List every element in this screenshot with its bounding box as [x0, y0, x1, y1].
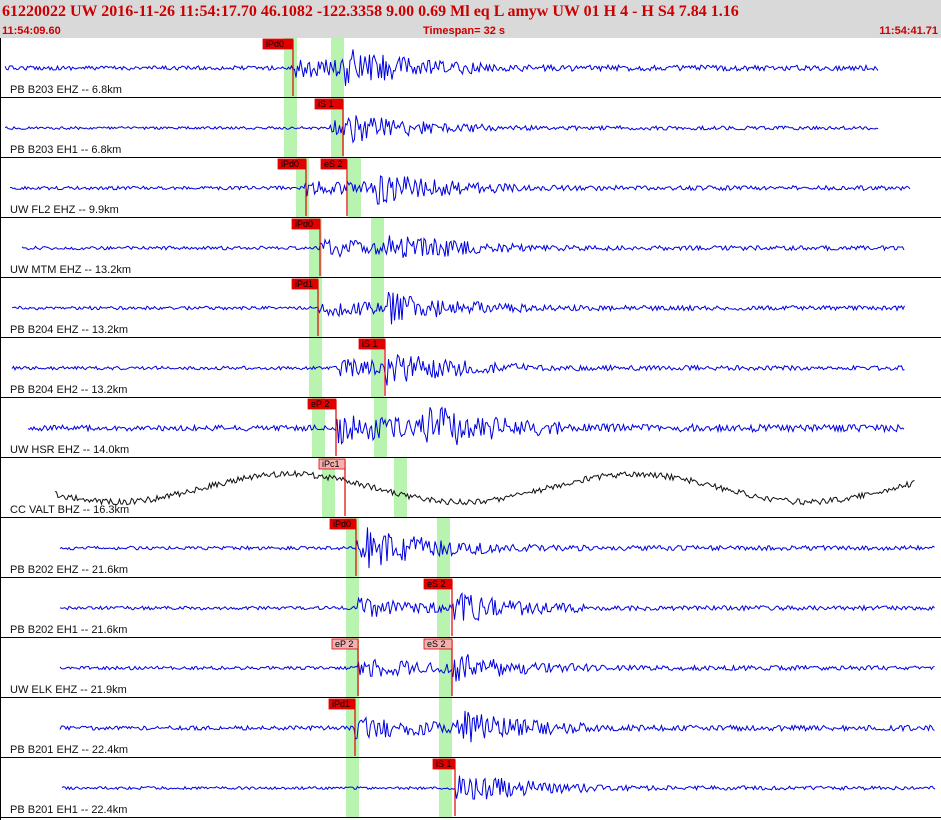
seismogram-row[interactable]: PB B203 EH1 -- 6.8km [0, 115, 941, 158]
waveform-trace [4, 49, 879, 86]
waveform-trace [59, 591, 935, 622]
pick-label: eP 2 [311, 399, 329, 409]
seismogram-row[interactable]: PB B203 EHZ -- 6.8km [0, 49, 941, 98]
waveform-trace [59, 654, 935, 682]
pick-label: iS 1 [362, 339, 378, 349]
waveform-trace [4, 115, 879, 144]
station-label: PB B202 EHZ -- 21.6km [10, 564, 128, 576]
station-label: PB B204 EH2 -- 13.2km [10, 384, 127, 396]
pick-label: eS 2 [324, 159, 343, 169]
station-label: PB B201 EH1 -- 22.4km [10, 804, 127, 816]
waveform-trace [21, 235, 905, 259]
seismogram-row[interactable]: UW HSR EHZ -- 14.0km [0, 406, 941, 458]
station-label: UW HSR EHZ -- 14.0km [10, 444, 129, 456]
waveform-trace [59, 710, 935, 743]
event-summary: 61220022 UW 2016-11-26 11:54:17.70 46.10… [2, 3, 739, 20]
start-time: 11:54:09.60 [2, 25, 61, 37]
waveform-trace [61, 775, 936, 800]
waveform-trace [59, 527, 935, 569]
station-label: UW ELK EHZ -- 21.9km [10, 684, 127, 696]
station-label: PB B203 EH1 -- 6.8km [10, 144, 121, 156]
waveform-trace [11, 291, 905, 325]
timespan: Timespan= 32 s [423, 25, 506, 37]
seismogram-row[interactable]: PB B201 EHZ -- 22.4km [0, 710, 941, 758]
seismogram-row[interactable]: PB B201 EH1 -- 22.4km [0, 775, 941, 818]
pick-label: eS 2 [427, 579, 446, 589]
station-label: PB B203 EHZ -- 6.8km [10, 84, 122, 96]
seismogram-row[interactable]: CC VALT BHZ -- 16.3km [0, 469, 941, 518]
pick-label: iPd1 [332, 699, 350, 709]
pick-label: iPd0 [266, 39, 284, 49]
pick-label: iPd1 [295, 279, 313, 289]
pick-label: iS 1 [318, 99, 334, 109]
pick-label: iPd0 [295, 219, 313, 229]
waveform-trace [11, 353, 905, 386]
seismogram-row[interactable]: PB B204 EHZ -- 13.2km [0, 291, 941, 338]
phase-window [394, 458, 407, 518]
seismogram-viewer: 61220022 UW 2016-11-26 11:54:17.70 46.10… [0, 0, 941, 820]
seismogram-row[interactable]: PB B204 EH2 -- 13.2km [0, 353, 941, 398]
pick-label: iS 1 [436, 759, 452, 769]
pick-label: eS 2 [427, 639, 446, 649]
phase-window [374, 398, 387, 458]
pick-label: iPd0 [281, 159, 299, 169]
pick-label: eP 2 [335, 639, 353, 649]
seismogram-row[interactable]: UW MTM EHZ -- 13.2km [0, 235, 941, 278]
end-time: 11:54:41.71 [879, 25, 938, 37]
seismogram-row[interactable]: PB B202 EHZ -- 21.6km [0, 527, 941, 578]
event-header: 61220022 UW 2016-11-26 11:54:17.70 46.10… [0, 0, 941, 38]
waveform-trace [9, 175, 911, 205]
waveform-trace [27, 406, 905, 446]
seismogram-row[interactable]: PB B202 EH1 -- 21.6km [0, 591, 941, 638]
phase-window [331, 38, 344, 98]
station-label: PB B202 EH1 -- 21.6km [10, 624, 127, 636]
trace-panel[interactable]: PB B203 EHZ -- 6.8km iPd0 PB B203 EH1 -- 6… [0, 38, 941, 820]
station-label: PB B201 EHZ -- 22.4km [10, 744, 128, 756]
station-label: CC VALT BHZ -- 16.3km [10, 504, 129, 516]
waveform-trace [54, 469, 915, 506]
station-label: PB B204 EHZ -- 13.2km [10, 324, 128, 336]
seismogram-row[interactable]: UW ELK EHZ -- 21.9km [0, 654, 941, 698]
station-label: UW FL2 EHZ -- 9.9km [10, 204, 119, 216]
pick-label: iPd0 [333, 519, 351, 529]
station-label: UW MTM EHZ -- 13.2km [10, 264, 131, 276]
seismogram-row[interactable]: UW FL2 EHZ -- 9.9km [0, 175, 941, 218]
pick-label: iPc1 [322, 459, 340, 469]
